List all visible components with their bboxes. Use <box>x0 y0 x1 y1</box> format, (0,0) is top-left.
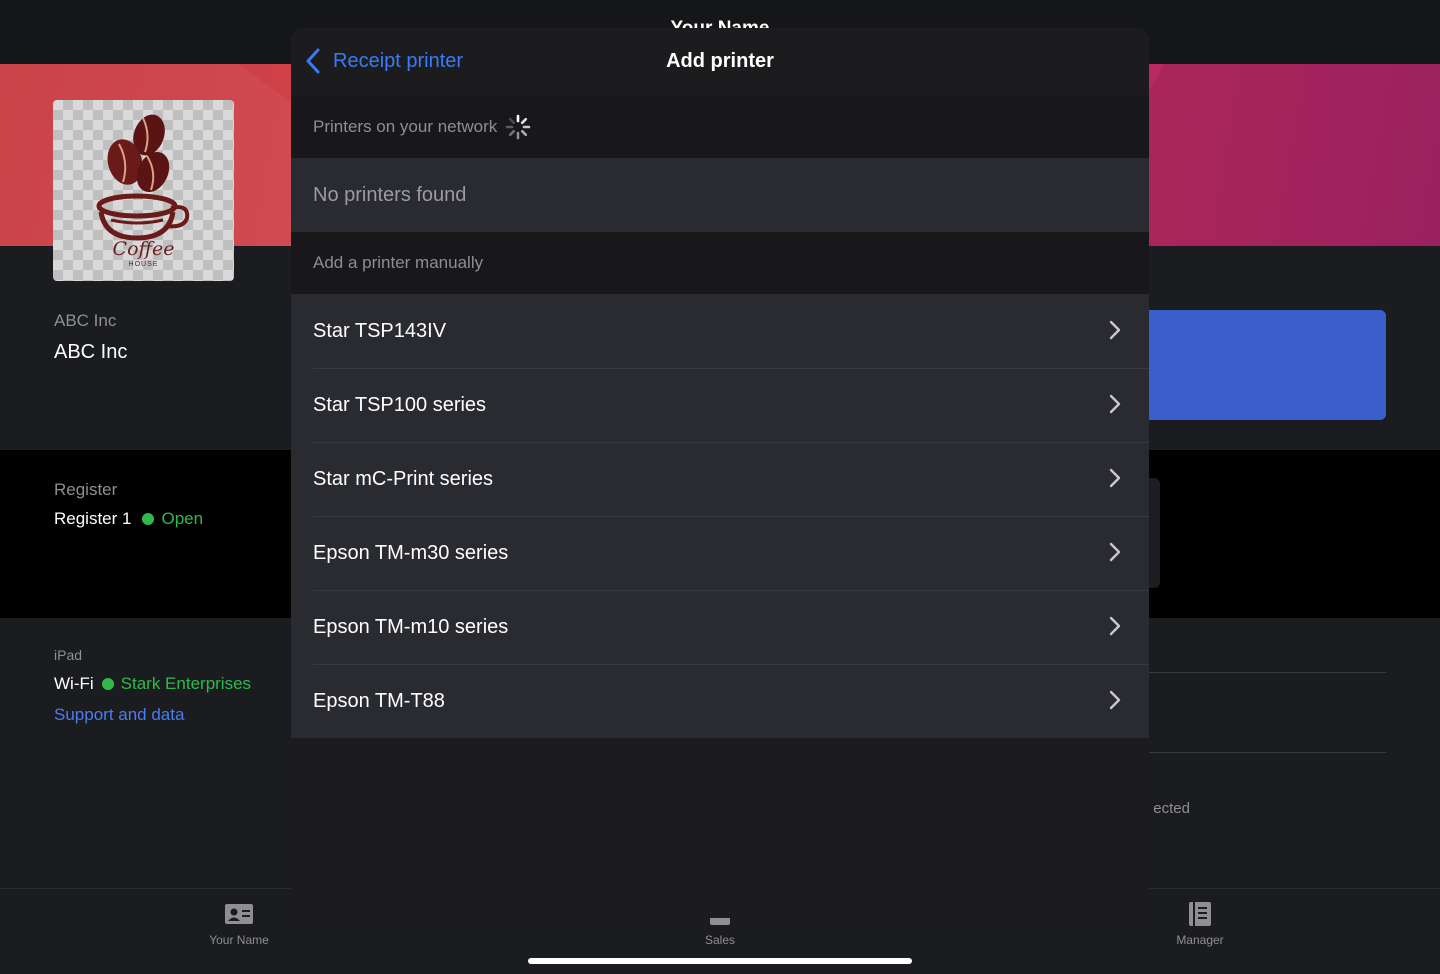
register-name: Register 1 <box>54 509 132 528</box>
register-label: Register <box>54 480 118 499</box>
sheet-nav-bar: Receipt printer Add printer <box>291 28 1149 96</box>
divider <box>1130 752 1386 753</box>
chevron-right-icon <box>1109 468 1121 488</box>
manual-printers-header: Add a printer manually <box>291 232 1149 294</box>
home-indicator[interactable] <box>528 958 912 964</box>
printer-row-star-mc-print[interactable]: Star mC-Print series <box>291 442 1149 516</box>
chevron-right-icon <box>1109 542 1121 562</box>
status-dot-icon <box>142 513 155 525</box>
wifi-label: Wi-Fi <box>54 674 94 693</box>
divider <box>1130 672 1386 673</box>
add-printer-sheet: Receipt printer Add printer Printers on … <box>291 28 1149 918</box>
printer-row-epson-tm-m10[interactable]: Epson TM-m10 series <box>291 590 1149 664</box>
network-printers-header: Printers on your network <box>291 96 1149 158</box>
contact-card-icon <box>225 904 253 924</box>
business-logo: Coffee HOUSE <box>53 100 234 281</box>
tab-your-name[interactable]: Your Name <box>169 901 309 947</box>
printer-name: Epson TM-m10 series <box>313 615 509 638</box>
printer-row-star-tsp100[interactable]: Star TSP100 series <box>291 368 1149 442</box>
tab-label: Your Name <box>209 933 269 947</box>
printer-name: Star TSP100 series <box>313 393 487 416</box>
printer-row-epson-tm-t88[interactable]: Epson TM-T88 <box>291 664 1149 738</box>
printer-row-star-tsp143iv[interactable]: Star TSP143IV <box>291 294 1149 368</box>
logo-wordmark: Coffee <box>112 238 175 260</box>
business-label: ABC Inc <box>54 311 117 330</box>
section-header-label: Add a printer manually <box>313 253 484 272</box>
business-name: ABC Inc <box>54 341 128 363</box>
printer-row-epson-tm-m30[interactable]: Epson TM-m30 series <box>291 516 1149 590</box>
screen: Your Name Coffee HOUSE ABC Inc ABC Inc R… <box>0 0 1440 974</box>
section-header-label: Printers on your network <box>313 117 498 136</box>
ledger-icon <box>1189 902 1211 926</box>
tab-label: Manager <box>1176 933 1224 947</box>
chevron-right-icon <box>1109 690 1121 710</box>
sheet-title: Add printer <box>666 50 774 72</box>
empty-state-text: No printers found <box>313 183 467 206</box>
printer-name: Star TSP143IV <box>313 319 447 342</box>
printer-name: Epson TM-m30 series <box>313 541 509 564</box>
printer-name: Epson TM-T88 <box>313 689 445 712</box>
wifi-status-dot-icon <box>101 678 114 690</box>
chevron-right-icon <box>1109 616 1121 636</box>
tab-manager[interactable]: Manager <box>1130 901 1270 947</box>
support-and-data-link[interactable]: Support and data <box>54 705 184 725</box>
tab-label: Sales <box>704 933 736 947</box>
wifi-network: Stark Enterprises <box>120 674 252 693</box>
register-status: Open <box>161 509 204 528</box>
loading-spinner-icon <box>505 114 531 140</box>
register-row: Register 1 Open <box>54 509 203 529</box>
ipad-label: iPad <box>54 647 83 663</box>
chevron-right-icon <box>1109 394 1121 414</box>
chevron-right-icon <box>1109 320 1121 340</box>
no-printers-row: No printers found <box>291 158 1149 232</box>
printer-model-list: Star TSP143IV Star TSP100 series Star mC… <box>291 294 1149 738</box>
printer-name: Star mC-Print series <box>313 467 494 490</box>
primary-action-tile[interactable] <box>1130 310 1386 420</box>
wifi-row: Wi-Fi Stark Enterprises <box>54 674 251 694</box>
logo-subtitle: HOUSE <box>128 261 159 268</box>
